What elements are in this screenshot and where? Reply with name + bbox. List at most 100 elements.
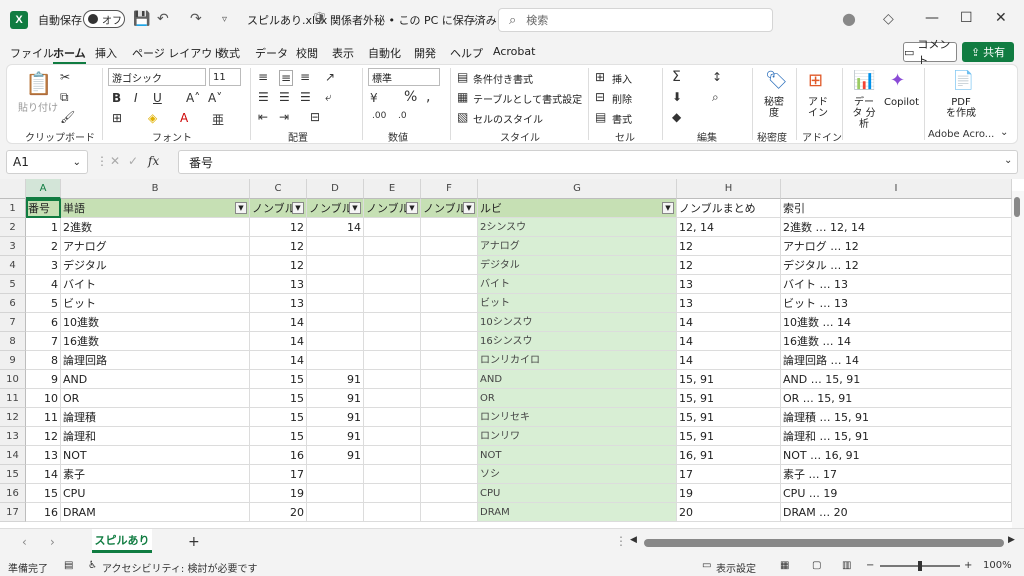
table-cell[interactable]: ビット (478, 294, 677, 313)
table-cell[interactable]: 素子 (61, 465, 250, 484)
zoom-slider-handle[interactable] (918, 561, 922, 571)
grow-font-icon[interactable]: A˄ (186, 91, 200, 105)
table-cell[interactable] (421, 484, 478, 503)
table-cell[interactable]: 12 (250, 256, 307, 275)
table-cell[interactable] (364, 351, 421, 370)
filter-dropdown-icon[interactable]: ▼ (406, 202, 418, 214)
table-cell[interactable]: 12 (677, 237, 781, 256)
row-header[interactable]: 6 (0, 294, 26, 313)
table-cell[interactable]: 91 (307, 427, 364, 446)
merge-center-icon[interactable]: ⊟ (310, 110, 320, 124)
table-cell[interactable] (364, 465, 421, 484)
column-header-f[interactable]: F (421, 179, 478, 199)
table-cell[interactable]: デジタル (61, 256, 250, 275)
sheet-tab-spill[interactable]: スピルあり (92, 529, 152, 553)
avatar-icon[interactable]: ● (842, 9, 856, 28)
table-cell[interactable]: ビット … 13 (781, 294, 1012, 313)
wrap-text-icon[interactable]: ⤶ (325, 90, 332, 105)
table-cell[interactable]: 論理積 … 15, 91 (781, 408, 1012, 427)
table-cell[interactable] (364, 294, 421, 313)
table-cell[interactable] (307, 256, 364, 275)
table-cell[interactable]: NOT (478, 446, 677, 465)
table-cell[interactable] (307, 275, 364, 294)
table-cell[interactable]: 91 (307, 408, 364, 427)
comment-button[interactable]: ▭ コメント (903, 38, 957, 67)
format-cells-button[interactable]: 書式 (612, 111, 632, 126)
table-cell[interactable]: 論理回路 … 14 (781, 351, 1012, 370)
table-cell[interactable] (421, 218, 478, 237)
table-cell[interactable]: OR (478, 389, 677, 408)
table-cell[interactable] (364, 218, 421, 237)
bold-icon[interactable]: B (112, 91, 121, 105)
table-cell[interactable]: 13 (250, 294, 307, 313)
header-cell[interactable]: ノンブルまとめ (677, 199, 781, 218)
table-cell[interactable] (364, 275, 421, 294)
paste-icon[interactable]: 📋 (25, 72, 52, 97)
scroll-left-icon[interactable]: ◀ (630, 535, 637, 545)
column-header-b[interactable]: B (61, 179, 250, 199)
horizontal-scrollbar[interactable] (644, 539, 1004, 547)
table-cell[interactable]: 12 (677, 256, 781, 275)
format-cells-icon[interactable]: ▤ (595, 110, 606, 124)
table-cell[interactable]: 10進数 … 14 (781, 313, 1012, 332)
autosave-toggle[interactable]: オフ (83, 10, 125, 28)
table-cell[interactable] (307, 503, 364, 522)
display-settings-button[interactable]: 表示設定 (716, 560, 756, 575)
zoom-out-icon[interactable]: − (866, 560, 874, 571)
conditional-format-icon[interactable]: ▤ (457, 70, 468, 84)
zoom-in-icon[interactable]: + (964, 560, 972, 571)
table-cell[interactable]: 15 (250, 427, 307, 446)
normal-view-icon[interactable]: ▦ (780, 560, 789, 571)
table-cell[interactable]: CPU … 19 (781, 484, 1012, 503)
row-header[interactable]: 16 (0, 484, 26, 503)
row-header[interactable]: 10 (0, 370, 26, 389)
table-cell[interactable]: 7 (26, 332, 61, 351)
table-cell[interactable]: 15 (250, 408, 307, 427)
table-cell[interactable]: NOT (61, 446, 250, 465)
table-cell[interactable]: バイト … 13 (781, 275, 1012, 294)
table-cell[interactable]: 9 (26, 370, 61, 389)
table-cell[interactable]: 14 (250, 351, 307, 370)
scroll-right-icon[interactable]: ▶ (1008, 535, 1015, 545)
table-cell[interactable]: 15, 91 (677, 370, 781, 389)
table-cell[interactable] (307, 465, 364, 484)
table-cell[interactable]: CPU (61, 484, 250, 503)
cancel-icon[interactable]: ✕ (110, 154, 120, 168)
table-cell[interactable]: 16シンスウ (478, 332, 677, 351)
table-cell[interactable]: 16進数 … 14 (781, 332, 1012, 351)
filter-dropdown-icon[interactable]: ▼ (463, 202, 475, 214)
table-cell[interactable] (421, 503, 478, 522)
column-header-d[interactable]: D (307, 179, 364, 199)
table-cell[interactable]: 13 (250, 275, 307, 294)
table-cell[interactable]: バイト (478, 275, 677, 294)
table-cell[interactable] (364, 484, 421, 503)
tab-automate[interactable]: 自動化 (368, 45, 401, 61)
table-cell[interactable] (364, 427, 421, 446)
tab-split-handle[interactable]: ⋮ (615, 534, 627, 548)
header-cell[interactable]: ノンブル ▼ (421, 199, 478, 218)
header-cell[interactable]: ルビ ▼ (478, 199, 677, 218)
filter-dropdown-icon[interactable]: ▼ (235, 202, 247, 214)
header-cell[interactable]: ノンブル ▼ (364, 199, 421, 218)
column-header-e[interactable]: E (364, 179, 421, 199)
page-layout-view-icon[interactable]: ▢ (812, 560, 821, 571)
pdf-icon[interactable]: 📄 (952, 70, 974, 91)
table-cell[interactable]: 17 (250, 465, 307, 484)
table-cell[interactable]: DRAM (61, 503, 250, 522)
table-cell[interactable]: 14 (26, 465, 61, 484)
table-cell[interactable] (307, 237, 364, 256)
table-cell[interactable]: 15 (26, 484, 61, 503)
table-cell[interactable]: 2 (26, 237, 61, 256)
table-cell[interactable]: 11 (26, 408, 61, 427)
table-cell[interactable] (421, 332, 478, 351)
table-cell[interactable]: 20 (677, 503, 781, 522)
format-as-table-button[interactable]: テーブルとして書式設定 (473, 91, 582, 106)
table-cell[interactable]: 12 (26, 427, 61, 446)
insert-function-icon[interactable]: fx (148, 154, 159, 168)
table-cell[interactable] (307, 351, 364, 370)
delete-cells-icon[interactable]: ⊟ (595, 90, 605, 104)
increase-decimal-icon[interactable]: .00 (372, 111, 386, 121)
next-sheet-icon[interactable]: › (50, 535, 55, 549)
table-cell[interactable]: NOT … 16, 91 (781, 446, 1012, 465)
table-cell[interactable]: 19 (677, 484, 781, 503)
